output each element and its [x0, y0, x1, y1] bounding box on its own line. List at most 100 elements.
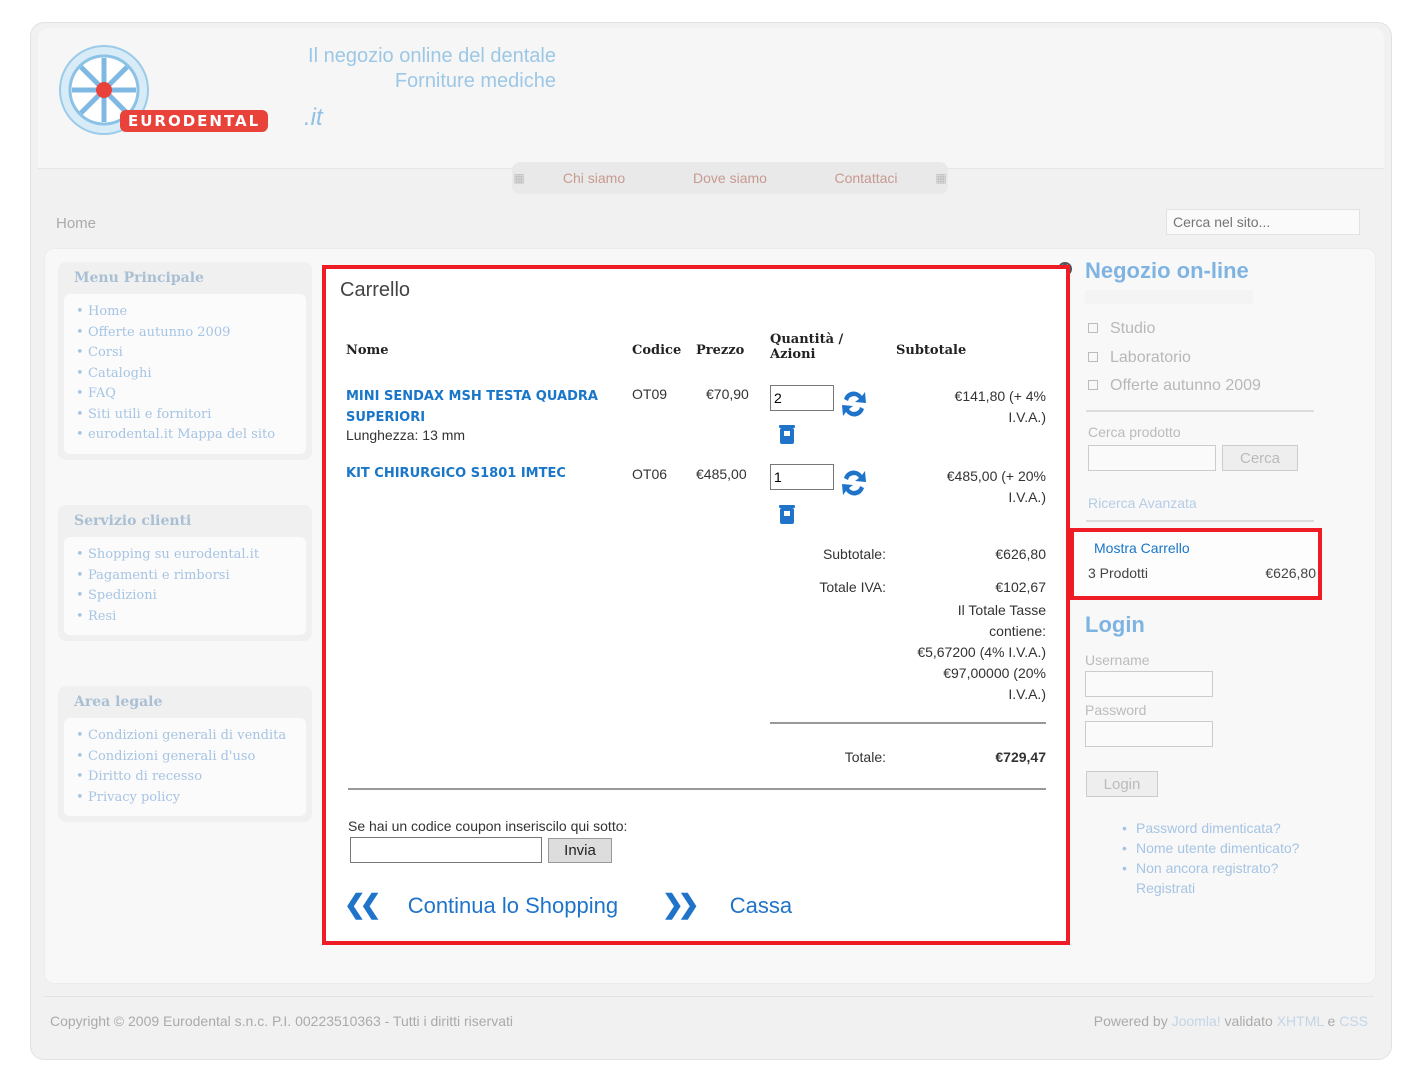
- header-codice: Codice: [632, 343, 682, 358]
- tax-line-1: Il Totale Tasse: [957, 602, 1046, 618]
- quantity-field[interactable]: [770, 464, 834, 490]
- area-legale-list: Condizioni generali di vendita Condizion…: [64, 718, 306, 816]
- show-cart-link[interactable]: Mostra Carrello: [1094, 540, 1190, 556]
- product-search-input[interactable]: [1088, 445, 1216, 471]
- site-search-input[interactable]: [1166, 209, 1360, 235]
- servizio-clienti-list: Shopping su eurodental.it Pagamenti e ri…: [64, 537, 306, 635]
- username-label: Username: [1085, 652, 1150, 668]
- coupon-divider: [348, 788, 1046, 790]
- logo-suffix: .it: [304, 104, 323, 131]
- tagline-line-2: Forniture mediche: [394, 70, 556, 92]
- forgot-password-link[interactable]: Password dimenticata?: [1120, 818, 1320, 838]
- product-subtotal: €141,80 (+ 4% I.V.A.): [886, 386, 1046, 428]
- product-subtotal-line1: €141,80 (+ 4%: [954, 388, 1046, 404]
- continue-shopping-link[interactable]: ❮❮ Continua lo Shopping: [344, 889, 618, 920]
- shop-subtitle-placeholder: [1085, 290, 1253, 304]
- double-left-chevron-icon: ❮❮: [344, 889, 381, 919]
- password-label: Password: [1085, 702, 1147, 718]
- quantity-field[interactable]: [770, 385, 834, 411]
- menu-item-condizioni-vendita[interactable]: Condizioni generali di vendita: [74, 726, 296, 747]
- product-search-button[interactable]: Cerca: [1222, 445, 1298, 471]
- username-field[interactable]: [1085, 671, 1213, 697]
- menu-item-pagamenti[interactable]: Pagamenti e rimborsi: [74, 566, 296, 587]
- menu-item-recesso[interactable]: Diritto di recesso: [74, 767, 296, 788]
- joomla-link[interactable]: Joomla!: [1172, 1013, 1221, 1029]
- coupon-prompt: Se hai un codice coupon inseriscilo qui …: [348, 818, 628, 834]
- continue-shopping-label: Continua lo Shopping: [407, 893, 619, 918]
- coupon-input[interactable]: [350, 837, 542, 863]
- copyright-text: Copyright © 2009 Eurodental s.n.c. P.I. …: [50, 1013, 513, 1029]
- nav-cap-right-icon: ▦: [935, 171, 947, 185]
- update-quantity-icon[interactable]: [840, 468, 868, 498]
- iva-value: €102,67: [995, 579, 1046, 595]
- xhtml-link[interactable]: XHTML: [1277, 1013, 1324, 1029]
- coupon-submit-button[interactable]: Invia: [548, 838, 612, 863]
- powered-prefix: Powered by: [1093, 1013, 1168, 1029]
- cart-title: Carrello: [340, 279, 411, 301]
- breadcrumb[interactable]: Home: [56, 215, 96, 232]
- advanced-search-link[interactable]: Ricerca Avanzata: [1088, 495, 1197, 511]
- nav-cap-left-icon: ▦: [513, 171, 525, 185]
- menu-item-mappa[interactable]: eurodental.it Mappa del sito: [74, 425, 296, 446]
- update-quantity-icon[interactable]: [840, 389, 868, 419]
- category-label: Studio: [1110, 320, 1156, 337]
- product-price: €70,90: [706, 386, 749, 402]
- site-tagline: Il negozio online del dentale Forniture …: [240, 44, 556, 94]
- menu-item-siti-utili[interactable]: Siti utili e fornitori: [74, 405, 296, 426]
- nav-chi-siamo[interactable]: Chi siamo: [526, 170, 662, 186]
- and-text: e: [1327, 1013, 1336, 1029]
- nav-contattaci[interactable]: Contattaci: [798, 170, 934, 186]
- header-subtotale: Subtotale: [896, 343, 967, 358]
- product-link-kit-chirurgico[interactable]: KIT CHIRURGICO S1801 IMTEC: [346, 466, 566, 481]
- right-divider: [1086, 410, 1314, 412]
- product-code: OT06: [632, 466, 668, 482]
- delete-item-icon[interactable]: [778, 423, 796, 445]
- menu-item-corsi[interactable]: Corsi: [74, 343, 296, 364]
- tax-line-5: I.V.A.): [1008, 686, 1046, 702]
- menu-item-offerte[interactable]: Offerte autunno 2009: [74, 323, 296, 344]
- menu-item-faq[interactable]: FAQ: [74, 384, 296, 405]
- product-price: €485,00: [696, 466, 747, 482]
- tax-line-2: contiene:: [989, 623, 1046, 639]
- tax-line-4: €97,00000 (20%: [943, 665, 1046, 681]
- category-studio[interactable]: Studio: [1088, 320, 1155, 338]
- shop-title: Negozio on-line: [1085, 258, 1249, 283]
- category-label: Offerte autunno 2009: [1110, 377, 1261, 394]
- double-right-chevron-icon: ❯❯: [662, 889, 699, 919]
- tagline-line-1: Il negozio online del dentale: [308, 45, 556, 67]
- menu-item-cataloghi[interactable]: Cataloghi: [74, 364, 296, 385]
- powered-by: Powered by Joomla! validato XHTML e CSS: [1094, 1013, 1368, 1029]
- product-code: OT09: [632, 386, 668, 402]
- password-field[interactable]: [1085, 721, 1213, 747]
- delete-item-icon[interactable]: [778, 503, 796, 525]
- category-offerte[interactable]: Offerte autunno 2009: [1088, 377, 1261, 395]
- css-link[interactable]: CSS: [1339, 1013, 1368, 1029]
- header-quantita-line1: Quantità /: [770, 332, 844, 347]
- expand-icon: [1088, 323, 1098, 333]
- register-link[interactable]: Non ancora registrato? Registrati: [1120, 858, 1320, 898]
- login-links: Password dimenticata? Nome utente diment…: [1120, 818, 1320, 898]
- product-detail: Lunghezza: 13 mm: [346, 427, 466, 443]
- nav-dove-siamo[interactable]: Dove siamo: [662, 170, 798, 186]
- menu-item-privacy[interactable]: Privacy policy: [74, 788, 296, 809]
- header-nome: Nome: [346, 343, 389, 358]
- forgot-username-link[interactable]: Nome utente dimenticato?: [1120, 838, 1320, 858]
- menu-item-home[interactable]: Home: [74, 302, 296, 323]
- product-link-mini-sendax[interactable]: MINI SENDAX MSH TESTA QUADRA SUPERIORI: [346, 386, 598, 428]
- menu-item-spedizioni[interactable]: Spedizioni: [74, 586, 296, 607]
- menu-item-shopping[interactable]: Shopping su eurodental.it: [74, 545, 296, 566]
- mini-cart-box: Mostra Carrello 3 Prodotti €626,80: [1070, 528, 1322, 600]
- category-laboratorio[interactable]: Laboratorio: [1088, 349, 1191, 367]
- total-label: Totale:: [844, 749, 886, 765]
- menu-item-condizioni-uso[interactable]: Condizioni generali d'uso: [74, 747, 296, 768]
- checkout-label: Cassa: [729, 893, 793, 918]
- subtotal-value: €626,80: [995, 546, 1046, 562]
- menu-principale-box: Menu Principale Home Offerte autunno 200…: [58, 262, 312, 460]
- cart-modal: Carrello Nome Codice Prezzo Quantità / A…: [322, 265, 1070, 945]
- checkout-link[interactable]: ❯❯ Cassa: [662, 889, 792, 920]
- product-subtotal-line1: €485,00 (+ 20%: [946, 468, 1046, 484]
- login-button[interactable]: Login: [1086, 771, 1158, 797]
- cart-count: 3 Prodotti: [1088, 565, 1148, 581]
- login-title: Login: [1085, 612, 1145, 637]
- menu-item-resi[interactable]: Resi: [74, 607, 296, 628]
